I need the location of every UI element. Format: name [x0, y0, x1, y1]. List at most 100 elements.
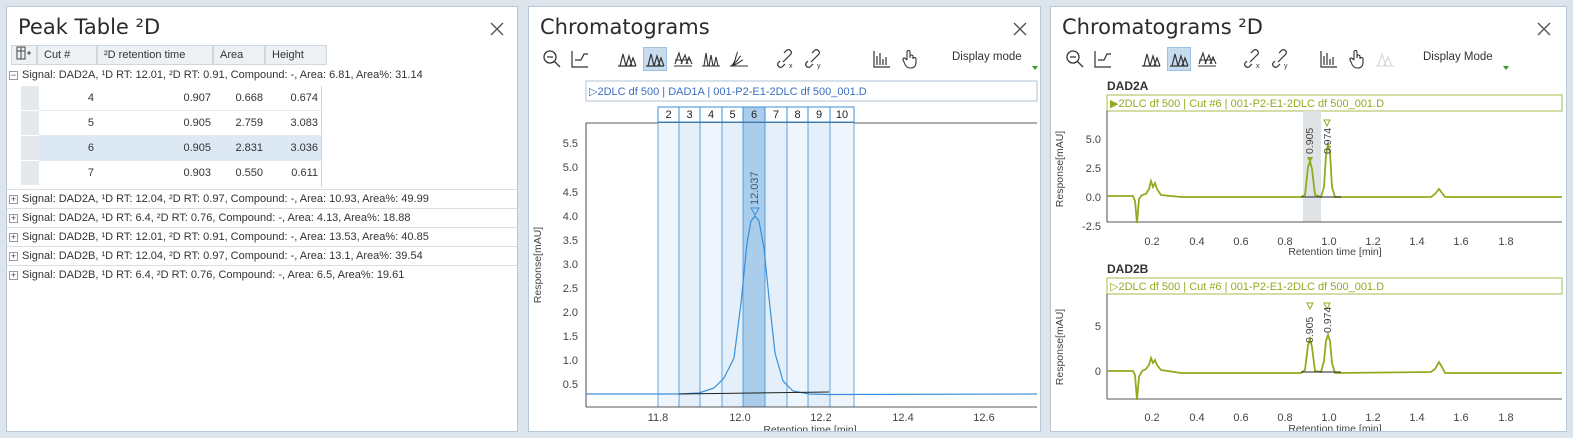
table-row-selected[interactable]: 6 0.905 2.831 3.036 [21, 136, 322, 161]
signal-group-label: Signal: DAD2B, ¹D RT: 6.4, ²D RT: 0.76, … [22, 269, 405, 281]
signal-group-row[interactable]: + Signal: DAD2A, ¹D RT: 12.04, ²D RT: 0.… [7, 190, 517, 209]
table-row[interactable]: 5 0.905 2.759 3.083 [21, 111, 322, 136]
peak-marker [1323, 119, 1331, 128]
peak-stack-icon[interactable] [1195, 47, 1219, 71]
y-axis-label: Response[mAU] [532, 227, 544, 304]
peak-ghost-icon[interactable] [1373, 47, 1397, 71]
collapse-icon[interactable]: − [9, 71, 18, 80]
y-tick: 2.5 [563, 283, 578, 295]
bar-chart-icon[interactable] [870, 47, 894, 71]
signal-group-label: Signal: DAD2A, ¹D RT: 12.01, ²D RT: 0.91… [22, 69, 423, 81]
y-tick: 4.0 [563, 211, 578, 223]
peak-overlay-icon[interactable] [643, 47, 667, 71]
zoom-fit-icon[interactable] [1063, 47, 1087, 71]
row-selector[interactable] [21, 86, 39, 111]
link-y-icon[interactable]: y [1269, 47, 1293, 71]
link-x-icon[interactable]: x [774, 47, 798, 71]
bar-chart-icon[interactable] [1317, 47, 1341, 71]
y-axis-label: Response[mAU] [1054, 131, 1066, 208]
cut-regions [657, 123, 855, 407]
chromatograms-title: Chromatograms [540, 15, 710, 39]
cell-height: 3.036 [290, 142, 318, 154]
x-tick: 12.2 [810, 412, 831, 424]
signal-name: DAD2A [1107, 79, 1149, 93]
signal-group-row[interactable]: + Signal: DAD2B, ¹D RT: 12.04, ²D RT: 0.… [7, 247, 517, 266]
row-selector[interactable] [21, 136, 39, 161]
x-tick: 1.8 [1498, 412, 1513, 424]
table-row[interactable]: 4 0.907 0.668 0.674 [21, 86, 322, 111]
signal-group-row[interactable]: + Signal: DAD2B, ¹D RT: 12.01, ²D RT: 0.… [7, 228, 517, 247]
y-tick: 5.0 [563, 162, 578, 174]
cell-area: 0.550 [235, 167, 263, 179]
x-tick: 12.4 [892, 412, 913, 424]
svg-text:y: y [1284, 63, 1288, 70]
row-selector[interactable] [21, 161, 39, 186]
column-header-cut[interactable]: Cut # [37, 45, 97, 65]
expand-icon[interactable]: + [9, 214, 18, 223]
cell-cut: 7 [87, 167, 94, 179]
peak-view-icon[interactable] [615, 47, 639, 71]
x-tick: 11.8 [648, 412, 669, 424]
peak-table-title: Peak Table ²D [18, 15, 161, 39]
peak-fan-icon[interactable] [727, 47, 751, 71]
x-tick: 1.4 [1409, 236, 1424, 248]
hand-pointer-icon[interactable] [1345, 47, 1369, 71]
cut-marker-label: 7 [773, 109, 779, 121]
chromatogram-plot[interactable]: ▷2DLC df 500 | DAD1A | 001-P2-E1-2DLC df… [529, 73, 1041, 432]
signal-group-row[interactable]: + Signal: DAD2A, ¹D RT: 6.4, ²D RT: 0.76… [7, 209, 517, 228]
chromatogram-2d-plot-dad2a[interactable]: DAD2A ▶2DLC df 500 | Cut #6 | 001-P2-E1-… [1051, 77, 1567, 257]
link-x-icon[interactable]: x [1241, 47, 1265, 71]
axis-scale-icon[interactable] [568, 47, 592, 71]
cell-retention-time: 0.905 [183, 142, 211, 154]
y-tick: 4.5 [563, 187, 578, 199]
cell-area: 0.668 [235, 92, 263, 104]
display-mode-label: Display mode [952, 51, 1022, 63]
x-tick: 0.4 [1189, 412, 1204, 424]
zoom-out-icon[interactable] [540, 47, 564, 71]
trace-label: ▶2DLC df 500 | Cut #6 | 001-P2-E1-2DLC d… [1110, 98, 1384, 110]
y-tick: 3.0 [563, 259, 578, 271]
close-icon[interactable] [1010, 19, 1030, 39]
expand-icon[interactable]: + [9, 195, 18, 204]
column-header-area[interactable]: Area [213, 45, 265, 65]
y-tick: 3.5 [563, 235, 578, 247]
cut-marker-label: 9 [816, 109, 822, 121]
signal-group-row[interactable]: + Signal: DAD2B, ¹D RT: 6.4, ²D RT: 0.76… [7, 266, 517, 285]
close-icon[interactable] [487, 19, 507, 39]
y-tick: 5 [1095, 321, 1101, 333]
peak-stack-icon[interactable] [671, 47, 695, 71]
peak-label: 0.974 [1322, 307, 1334, 333]
row-selector[interactable] [21, 111, 39, 136]
column-chooser-icon[interactable] [11, 45, 37, 65]
cell-cut: 6 [87, 142, 94, 154]
display-mode-dropdown[interactable]: Display Mode [1423, 51, 1509, 70]
cell-height: 3.083 [290, 117, 318, 129]
chromatogram-2d-plot-dad2b[interactable]: DAD2B ▷2DLC df 500 | Cut #6 | 001-P2-E1-… [1051, 257, 1567, 432]
expand-icon[interactable]: + [9, 233, 18, 242]
table-row[interactable]: 7 0.903 0.550 0.611 [21, 161, 322, 186]
peak-view-icon[interactable] [1139, 47, 1163, 71]
expand-icon[interactable]: + [9, 252, 18, 261]
peak-overlay-icon[interactable] [1167, 47, 1191, 71]
signal-group-label: Signal: DAD2B, ¹D RT: 12.01, ²D RT: 0.91… [22, 231, 429, 243]
axis-scale-icon[interactable] [1091, 47, 1115, 71]
column-header-height[interactable]: Height [265, 45, 327, 65]
column-header-retention-time[interactable]: ²D retention time [97, 45, 213, 65]
close-icon[interactable] [1534, 19, 1554, 39]
y-tick: 2.0 [563, 307, 578, 319]
y-tick: -2.5 [1082, 221, 1101, 233]
expand-icon[interactable]: + [9, 271, 18, 280]
y-tick: 1.5 [563, 331, 578, 343]
cell-area: 2.759 [235, 117, 263, 129]
link-y-icon[interactable]: y [802, 47, 826, 71]
cell-cut: 5 [87, 117, 94, 129]
peak-split-icon[interactable] [699, 47, 723, 71]
y-axis-label: Response[mAU] [1054, 309, 1066, 386]
y-axis-ticks: 5.0 2.5 0.0 -2.5 [1082, 134, 1101, 233]
signal-group-row[interactable]: − Signal: DAD2A, ¹D RT: 12.01, ²D RT: 0.… [7, 66, 517, 85]
svg-text:y: y [817, 63, 821, 70]
trace-label: ▷2DLC df 500 | Cut #6 | 001-P2-E1-2DLC d… [1110, 281, 1384, 293]
display-mode-dropdown[interactable]: Display mode [952, 51, 1038, 70]
hand-pointer-icon[interactable] [898, 47, 922, 71]
signal-group-label: Signal: DAD2A, ¹D RT: 6.4, ²D RT: 0.76, … [22, 212, 411, 224]
